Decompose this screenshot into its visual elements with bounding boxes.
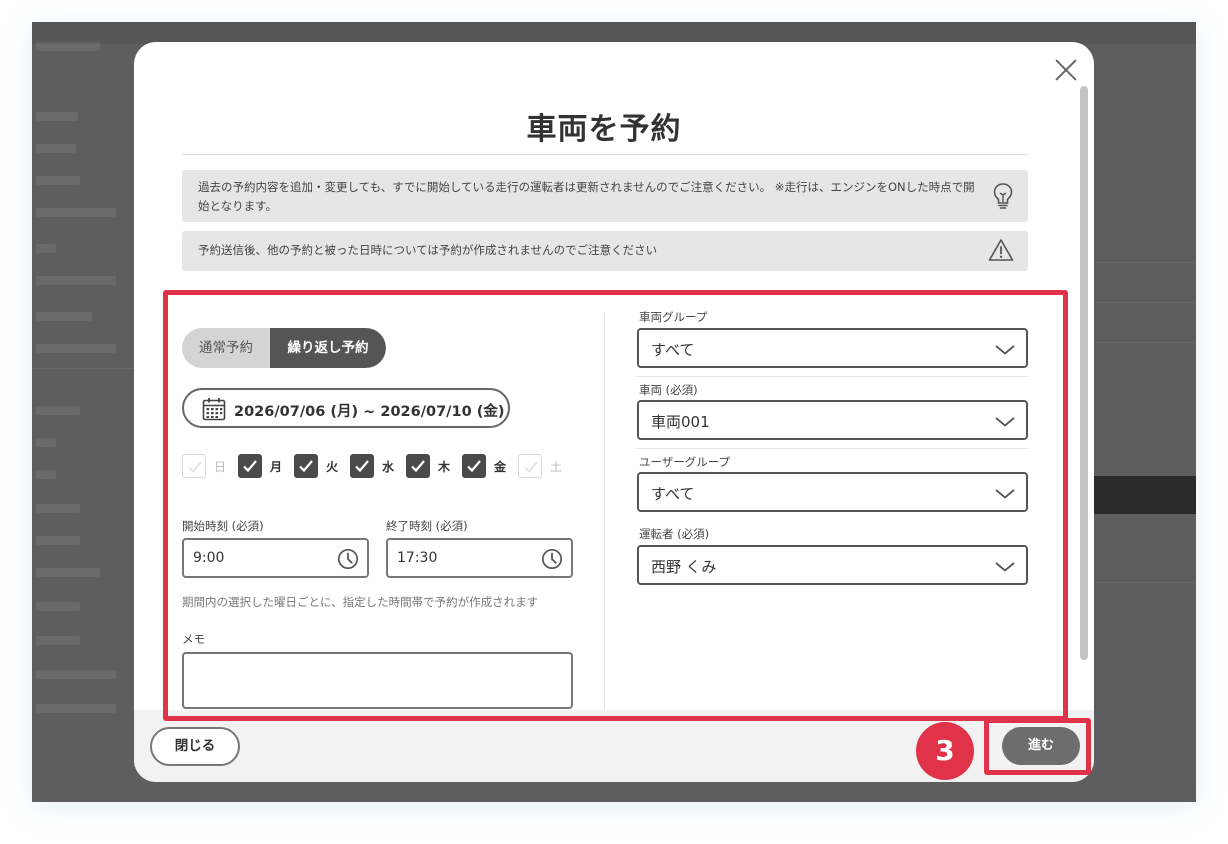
info-notice-text: 過去の予約内容を追加・変更しても、すでに開始している走行の運転者は更新されません… — [198, 180, 975, 213]
modal-title: 車両を予約 — [526, 112, 682, 147]
bg-text — [36, 636, 80, 645]
scrollbar[interactable] — [1080, 86, 1088, 660]
bg-text — [36, 276, 116, 285]
next-button-highlight-frame — [984, 718, 1091, 775]
info-notice: 過去の予約内容を追加・変更しても、すでに開始している走行の運転者は更新されません… — [182, 170, 1028, 222]
bg-text — [36, 704, 116, 713]
bg-header — [32, 22, 1196, 44]
bg-text — [36, 406, 80, 415]
form-highlight-frame — [163, 290, 1068, 721]
close-button[interactable]: 閉じる — [150, 727, 240, 766]
bg-text — [36, 144, 76, 153]
bg-text — [36, 344, 116, 353]
bg-text — [36, 470, 56, 479]
bg-text — [36, 504, 80, 513]
bg-divider — [32, 368, 142, 369]
bg-text — [36, 568, 100, 577]
close-icon[interactable] — [1052, 56, 1080, 84]
bg-divider — [1096, 342, 1196, 343]
bg-divider — [1096, 262, 1196, 263]
warning-icon — [988, 239, 1014, 261]
step-number-badge: 3 — [916, 722, 974, 780]
bg-text — [36, 536, 80, 545]
warning-notice-text: 予約送信後、他の予約と被った日時については予約が作成されませんのでご注意ください — [198, 243, 658, 257]
bg-text — [36, 208, 116, 217]
title-divider — [182, 154, 1028, 155]
bg-dark-row — [1092, 476, 1196, 514]
bg-divider — [1096, 302, 1196, 303]
screen: 車両を予約 過去の予約内容を追加・変更しても、すでに開始している走行の運転者は更… — [0, 0, 1228, 844]
lightbulb-icon — [993, 183, 1013, 209]
bg-text — [36, 244, 56, 253]
bg-text — [36, 312, 92, 321]
bg-text — [36, 602, 80, 611]
warning-notice: 予約送信後、他の予約と被った日時については予約が作成されませんのでご注意ください — [182, 231, 1028, 271]
bg-text — [36, 176, 80, 185]
bg-divider — [1096, 582, 1196, 583]
bg-text — [36, 42, 100, 51]
bg-text — [36, 438, 56, 447]
bg-text — [36, 670, 116, 679]
bg-text — [36, 112, 78, 121]
